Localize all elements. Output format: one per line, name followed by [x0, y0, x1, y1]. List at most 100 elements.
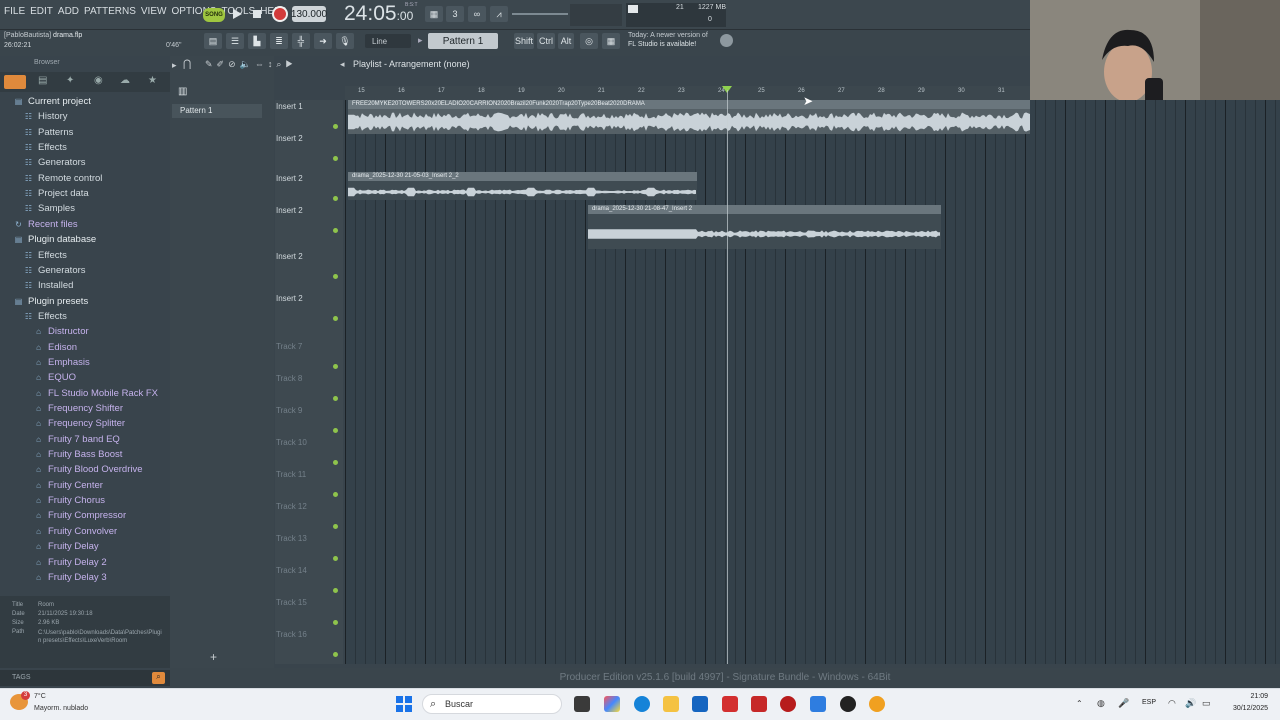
windows-start-icon[interactable] [396, 696, 412, 712]
master-pitch-slider[interactable] [512, 13, 568, 15]
browser-back-button[interactable] [4, 75, 26, 89]
piano-icon[interactable]: ▥ [178, 86, 187, 97]
microphone-tray-icon[interactable]: 🎤 [1118, 698, 1129, 709]
track-enable-led[interactable] [333, 196, 338, 201]
volume-icon[interactable]: 🔊 [1185, 698, 1196, 709]
fl-studio-icon[interactable] [869, 696, 885, 712]
browser-item[interactable]: ⌂ FL Studio Mobile Rack FX [34, 388, 158, 399]
playlist-icon[interactable]: ≣ [270, 33, 288, 49]
plugin-picker-icon[interactable]: ╬ [292, 33, 310, 49]
clock-date[interactable]: 30/12/2025 [1224, 705, 1268, 712]
track-name[interactable]: Insert 2 [276, 252, 303, 261]
news-line-2[interactable]: FL Studio is available! [628, 41, 696, 48]
track-name[interactable]: Track 9 [276, 406, 302, 415]
track-enable-led[interactable] [333, 124, 338, 129]
tags-bar[interactable]: TAGS ⌕ [0, 670, 170, 686]
track-enable-led[interactable] [333, 396, 338, 401]
network-tray-icon[interactable]: ◍ [1097, 698, 1105, 709]
browser-item[interactable]: ⌂ Frequency Shifter [34, 403, 123, 414]
app-blue-icon[interactable] [810, 696, 826, 712]
track-enable-led[interactable] [333, 524, 338, 529]
play-button[interactable] [230, 6, 244, 22]
picker-pattern-item[interactable]: Pattern 1 [172, 104, 262, 118]
chevron-up-icon[interactable]: ⌃ [1076, 699, 1083, 708]
playlist-back-icon[interactable]: ◂ [340, 59, 345, 70]
menu-view[interactable]: VIEW [141, 6, 167, 17]
track-enable-led[interactable] [333, 428, 338, 433]
track-enable-led[interactable] [333, 156, 338, 161]
browser-item[interactable]: ⌂ Fruity Delay 2 [34, 557, 107, 568]
track-name[interactable]: Track 15 [276, 598, 307, 607]
browser-item[interactable]: ⌂ Fruity Chorus [34, 495, 105, 506]
track-name[interactable]: Track 11 [276, 470, 306, 479]
track-enable-led[interactable] [333, 274, 338, 279]
browser-item[interactable]: ⌂ Fruity Compressor [34, 510, 126, 521]
mixer-icon[interactable]: ▤ [204, 33, 222, 49]
channel-rack-icon[interactable]: ☰ [226, 33, 244, 49]
browser-item[interactable]: ☷ Patterns [24, 127, 73, 138]
search-icon[interactable]: ⌕ [152, 672, 165, 684]
edge-icon[interactable] [634, 696, 650, 712]
browser-item[interactable]: ⌂ Fruity Convolver [34, 526, 117, 537]
arrow-right-icon[interactable]: ➜ [314, 33, 332, 49]
browser-item[interactable]: ⌂ Fruity Delay 3 [34, 572, 107, 583]
audio-icon[interactable]: ◉ [94, 75, 103, 86]
browser-item[interactable]: ⌂ Fruity Bass Boost [34, 449, 122, 460]
track-name[interactable]: Track 8 [276, 374, 302, 383]
browser-item[interactable]: ⌂ EQUO [34, 372, 76, 383]
cloud-icon[interactable]: ☁ [120, 75, 130, 86]
browser-item[interactable]: ☷ Effects [24, 250, 67, 261]
fl-studio-small-icon[interactable] [840, 696, 856, 712]
track-name[interactable]: Track 12 [276, 502, 307, 511]
tool-icons[interactable]: ✎✐⊘🔈⇔↕⌕▶ [205, 59, 297, 70]
count-in-icon[interactable]: 3 [446, 6, 464, 22]
store-icon[interactable] [692, 696, 708, 712]
menu-file[interactable]: FILE [4, 6, 25, 17]
alt-button[interactable]: Alt [558, 33, 574, 49]
news-icon[interactable]: ▦ [602, 33, 620, 49]
browser-item[interactable]: ▤ Plugin database [14, 234, 96, 245]
track-enable-led[interactable] [333, 364, 338, 369]
app-l-icon[interactable] [722, 696, 738, 712]
track-enable-led[interactable] [333, 228, 338, 233]
shift-button[interactable]: Shift [514, 33, 534, 49]
track-enable-led[interactable] [333, 620, 338, 625]
update-icon[interactable] [720, 34, 733, 47]
tempo-display[interactable]: 130.000 [291, 6, 327, 22]
touch-icon[interactable]: ◎ [580, 33, 598, 49]
track-name[interactable]: Insert 2 [276, 294, 303, 303]
menu-patterns[interactable]: PATTERNS [84, 6, 136, 17]
file-explorer-icon[interactable] [663, 696, 679, 712]
language-indicator[interactable]: ESP [1142, 699, 1156, 706]
browser-item[interactable]: ⌂ Fruity Delay [34, 541, 99, 552]
browser-item[interactable]: ☷ Generators [24, 265, 86, 276]
track-name[interactable]: Track 16 [276, 630, 307, 639]
taskbar-search[interactable]: ⌕ Buscar [422, 694, 562, 714]
master-volume-area[interactable] [570, 4, 622, 26]
add-pattern-icon[interactable]: + [210, 650, 217, 664]
track-name[interactable]: Insert 2 [276, 134, 303, 143]
browser-item[interactable]: ⌂ Edison [34, 342, 77, 353]
folder-icon[interactable]: ▤ [38, 75, 47, 86]
browser-item[interactable]: ▤ Current project [14, 96, 91, 107]
browser-item[interactable]: ☷ Samples [24, 203, 75, 214]
copilot-icon[interactable] [604, 696, 620, 712]
browser-item[interactable]: ☷ Installed [24, 280, 73, 291]
browser-item[interactable]: ↻ Recent files [14, 219, 78, 230]
app-red-icon[interactable] [780, 696, 796, 712]
magnet-snap-icon[interactable]: ⋂ [183, 59, 191, 70]
timeline-ruler[interactable] [345, 86, 1030, 100]
pattern-select[interactable]: Pattern 1 [428, 33, 498, 49]
browser-item[interactable]: ☷ Generators [24, 157, 86, 168]
track-enable-led[interactable] [333, 492, 338, 497]
wifi-icon[interactable]: ◠ [1168, 698, 1176, 709]
track-name[interactable]: Track 13 [276, 534, 307, 543]
clock-time[interactable]: 21:09 [1224, 693, 1268, 700]
browser-item[interactable]: ☷ Project data [24, 188, 89, 199]
track-enable-led[interactable] [333, 460, 338, 465]
track-enable-led[interactable] [333, 556, 338, 561]
battery-icon[interactable]: ▭ [1202, 698, 1211, 709]
browser-item[interactable]: ⌂ Fruity Blood Overdrive [34, 464, 142, 475]
track-enable-led[interactable] [333, 652, 338, 657]
menu-edit[interactable]: EDIT [30, 6, 53, 17]
